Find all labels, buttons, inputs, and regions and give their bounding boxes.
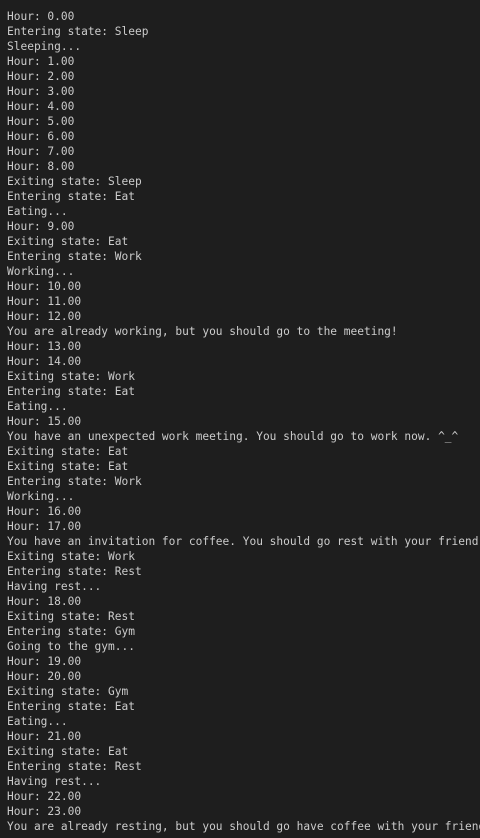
terminal-line: Eating...: [7, 400, 68, 413]
terminal-line: Hour: 13.00: [7, 340, 82, 353]
terminal-line: Hour: 20.00: [7, 670, 82, 683]
terminal-line: Hour: 0.00: [7, 10, 75, 23]
terminal-line: Hour: 21.00: [7, 730, 82, 743]
terminal-line: Exiting state: Eat: [7, 745, 129, 758]
terminal-line: Hour: 12.00: [7, 310, 82, 323]
terminal-line: Hour: 18.00: [7, 595, 82, 608]
terminal-line: Hour: 15.00: [7, 415, 82, 428]
terminal-line: Exiting state: Eat: [7, 235, 129, 248]
terminal-line: Working...: [7, 490, 75, 503]
terminal-line: Hour: 23.00: [7, 805, 82, 818]
terminal-line: Exiting state: Eat: [7, 460, 129, 473]
terminal-line: Entering state: Eat: [7, 700, 135, 713]
terminal-line: Hour: 5.00: [7, 115, 75, 128]
terminal-line: Exiting state: Gym: [7, 685, 129, 698]
terminal-line: Entering state: Work: [7, 250, 142, 263]
terminal-line: Eating...: [7, 715, 68, 728]
terminal-line: Sleeping...: [7, 40, 82, 53]
terminal-line: You have an invitation for coffee. You s…: [7, 535, 480, 548]
terminal-line: Having rest...: [7, 775, 102, 788]
terminal-line: Hour: 6.00: [7, 130, 75, 143]
terminal-line: Hour: 11.00: [7, 295, 82, 308]
terminal-line: Hour: 7.00: [7, 145, 75, 158]
terminal-line: Having rest...: [7, 580, 102, 593]
terminal-line: Entering state: Eat: [7, 190, 135, 203]
terminal-line: Hour: 19.00: [7, 655, 82, 668]
terminal-line: Exiting state: Work: [7, 550, 135, 563]
terminal-line: Eating...: [7, 205, 68, 218]
terminal-line: Exiting state: Work: [7, 370, 135, 383]
terminal-line: Hour: 10.00: [7, 280, 82, 293]
terminal-line: Hour: 4.00: [7, 100, 75, 113]
terminal-line: Exiting state: Rest: [7, 610, 135, 623]
terminal-line: Hour: 16.00: [7, 505, 82, 518]
terminal-line: Hour: 9.00: [7, 220, 75, 233]
terminal-line: Entering state: Eat: [7, 385, 135, 398]
terminal-line: Hour: 3.00: [7, 85, 75, 98]
terminal-line: You are already resting, but you should …: [7, 820, 480, 833]
terminal-line: Going to the gym...: [7, 640, 135, 653]
terminal-line: Exiting state: Eat: [7, 445, 129, 458]
terminal-line: Working...: [7, 265, 75, 278]
terminal-line: You are already working, but you should …: [7, 325, 398, 338]
terminal-line: Entering state: Rest: [7, 760, 142, 773]
terminal-line: Entering state: Gym: [7, 625, 135, 638]
terminal-output[interactable]: Hour: 0.00 Entering state: Sleep Sleeping.…: [0, 0, 480, 838]
terminal-line: Entering state: Work: [7, 475, 142, 488]
terminal-line: Hour: 14.00: [7, 355, 82, 368]
terminal-line: Hour: 1.00: [7, 55, 75, 68]
terminal-line: Hour: 17.00: [7, 520, 82, 533]
terminal-line: Exiting state: Sleep: [7, 175, 142, 188]
terminal-line: You have an unexpected work meeting. You…: [7, 430, 459, 443]
terminal-line: Entering state: Rest: [7, 565, 142, 578]
terminal-line: Entering state: Sleep: [7, 25, 149, 38]
terminal-line: Hour: 2.00: [7, 70, 75, 83]
terminal-line: Hour: 22.00: [7, 790, 82, 803]
terminal-line: Hour: 8.00: [7, 160, 75, 173]
